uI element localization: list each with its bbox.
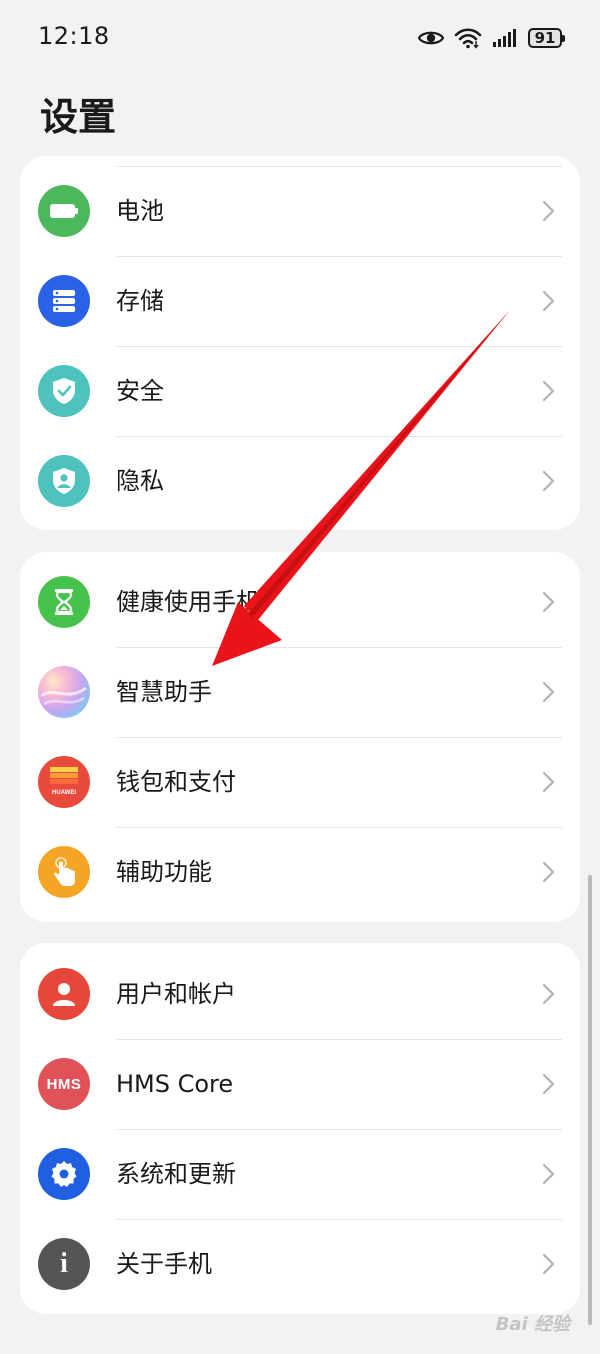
settings-item-wallet[interactable]: HUAWEI 钱包和支付 xyxy=(20,737,580,827)
settings-item-label: 系统和更新 xyxy=(116,1160,236,1188)
user-icon xyxy=(38,968,90,1020)
security-shield-icon xyxy=(38,365,90,417)
chevron-right-icon xyxy=(542,290,555,312)
settings-group-system: 用户和帐户 HMS HMS Core 系统和更新 i 关于手机 xyxy=(20,943,580,1314)
settings-item-label: 健康使用手机 xyxy=(116,588,260,616)
hms-icon: HMS xyxy=(38,1058,90,1110)
watermark: Bai 经验 xyxy=(495,1314,570,1335)
settings-item-security[interactable]: 安全 xyxy=(20,346,580,436)
settings-item-storage[interactable]: 存储 xyxy=(20,256,580,346)
settings-item-label: 电池 xyxy=(116,197,164,225)
chevron-right-icon xyxy=(542,1163,555,1185)
battery-icon xyxy=(38,185,90,237)
hms-icon-text: HMS xyxy=(46,1075,82,1093)
chevron-right-icon xyxy=(542,681,555,703)
settings-item-label: 隐私 xyxy=(116,467,164,495)
status-time: 12:18 xyxy=(38,22,110,50)
status-bar: 12:18 91 xyxy=(0,0,600,76)
chevron-right-icon xyxy=(542,591,555,613)
settings-item-label: 智慧助手 xyxy=(116,678,212,706)
settings-group-device: 电池 存储 安全 隐私 xyxy=(20,156,580,530)
settings-item-label: 关于手机 xyxy=(116,1250,212,1278)
wallet-icon: HUAWEI xyxy=(38,756,90,808)
settings-item-label: 存储 xyxy=(116,287,164,315)
settings-item-label: 辅助功能 xyxy=(116,858,212,886)
chevron-right-icon xyxy=(542,380,555,402)
settings-item-digital-balance[interactable]: 健康使用手机 xyxy=(20,557,580,647)
settings-item-accessibility[interactable]: 辅助功能 xyxy=(20,827,580,917)
signal-icon xyxy=(493,29,516,47)
settings-item-privacy[interactable]: 隐私 xyxy=(20,436,580,526)
settings-item-system-updates[interactable]: 系统和更新 xyxy=(20,1129,580,1219)
chevron-right-icon xyxy=(542,983,555,1005)
settings-item-about-phone[interactable]: i 关于手机 xyxy=(20,1219,580,1309)
settings-item-label: 安全 xyxy=(116,377,164,405)
settings-item-hms-core[interactable]: HMS HMS Core xyxy=(20,1039,580,1129)
info-icon: i xyxy=(38,1238,90,1290)
hand-touch-icon xyxy=(38,846,90,898)
wifi-icon xyxy=(454,28,482,49)
eye-icon xyxy=(418,31,444,45)
settings-item-label: 钱包和支付 xyxy=(116,768,236,796)
wallet-brand-text: HUAWEI xyxy=(52,790,76,796)
battery-percentage: 91 xyxy=(534,28,556,47)
chevron-right-icon xyxy=(542,861,555,883)
scroll-indicator[interactable] xyxy=(588,875,592,1325)
settings-item-users-accounts[interactable]: 用户和帐户 xyxy=(20,949,580,1039)
chevron-right-icon xyxy=(542,200,555,222)
settings-group-services: 健康使用手机 智慧助手 HUAWEI 钱包和支付 辅助功能 xyxy=(20,552,580,922)
storage-icon xyxy=(38,275,90,327)
status-icons: 91 xyxy=(418,24,565,52)
privacy-shield-icon xyxy=(38,455,90,507)
settings-item-label: HMS Core xyxy=(116,1070,234,1098)
chevron-right-icon xyxy=(542,1073,555,1095)
settings-item-battery[interactable]: 电池 xyxy=(20,166,580,256)
settings-item-label: 用户和帐户 xyxy=(116,980,236,1008)
chevron-right-icon xyxy=(542,771,555,793)
assistant-orb-icon xyxy=(38,666,90,718)
settings-item-smart-assistant[interactable]: 智慧助手 xyxy=(20,647,580,737)
battery-level-indicator: 91 xyxy=(528,28,565,48)
chevron-right-icon xyxy=(542,470,555,492)
chevron-right-icon xyxy=(542,1253,555,1275)
hourglass-icon xyxy=(38,576,90,628)
page-title: 设置 xyxy=(40,95,117,139)
gear-icon xyxy=(38,1148,90,1200)
info-icon-glyph: i xyxy=(60,1248,68,1279)
